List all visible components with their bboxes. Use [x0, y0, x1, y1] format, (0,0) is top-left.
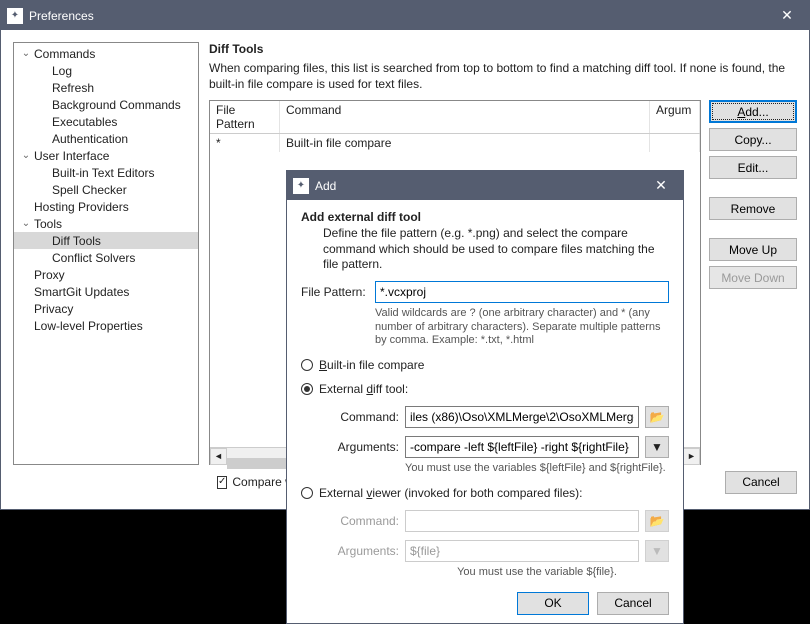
radio-external[interactable]: External diff tool:	[301, 382, 669, 396]
col-filepattern[interactable]: File Pattern	[210, 101, 280, 133]
movedown-button[interactable]: Move Down	[709, 266, 797, 289]
tree-item-hosting[interactable]: Hosting Providers	[14, 198, 198, 215]
edit-button[interactable]: Edit...	[709, 156, 797, 179]
viewer-command-label: Command:	[327, 514, 399, 528]
cell-filepattern: *	[210, 134, 280, 152]
viewer-help: You must use the variable ${file}.	[327, 566, 669, 580]
preferences-tree[interactable]: ⌄Commands Log Refresh Background Command…	[13, 42, 199, 465]
tree-item-spell[interactable]: Spell Checker	[14, 181, 198, 198]
preferences-titlebar[interactable]: ✦ Preferences ✕	[1, 1, 809, 30]
page-description: When comparing files, this list is searc…	[209, 60, 797, 92]
viewer-command-row: Command: 📂	[327, 510, 669, 532]
page-title: Diff Tools	[209, 42, 797, 56]
tree-item-ui[interactable]: ⌄User Interface	[14, 147, 198, 164]
arguments-help: You must use the variables ${leftFile} a…	[327, 462, 669, 476]
viewer-command-input	[405, 510, 639, 532]
filepattern-input[interactable]	[375, 281, 669, 303]
add-button[interactable]: Add...	[709, 100, 797, 123]
close-icon[interactable]: ✕	[639, 171, 683, 200]
tree-item-editors[interactable]: Built-in Text Editors	[14, 164, 198, 181]
app-icon: ✦	[293, 178, 309, 194]
tree-item-exec[interactable]: Executables	[14, 113, 198, 130]
add-dialog-hint: Define the file pattern (e.g. *.png) and…	[301, 226, 669, 273]
tree-item-proxy[interactable]: Proxy	[14, 266, 198, 283]
ok-button[interactable]: OK	[517, 592, 589, 615]
add-dialog-titlebar[interactable]: ✦ Add ✕	[287, 171, 683, 200]
radio-viewer-label: External viewer (invoked for both compar…	[319, 486, 582, 500]
radio-external-label: External diff tool:	[319, 382, 408, 396]
chevron-down-icon[interactable]: ⌄	[20, 150, 32, 161]
add-dialog-footer: OK Cancel	[301, 580, 669, 615]
tree-item-bgcmds[interactable]: Background Commands	[14, 96, 198, 113]
compare-checkbox-label: Compare w	[232, 475, 291, 489]
dropdown-icon: ▼	[645, 540, 669, 562]
tree-item-difftools[interactable]: Diff Tools	[14, 232, 198, 249]
arguments-row: Arguments: ▼	[327, 436, 669, 458]
filepattern-row: File Pattern:	[301, 281, 669, 303]
radio-builtin[interactable]: Built-in file compare	[301, 358, 669, 372]
add-dialog-heading: Add external diff tool	[301, 210, 669, 224]
radio-icon[interactable]	[301, 383, 313, 395]
tree-item-updates[interactable]: SmartGit Updates	[14, 283, 198, 300]
close-icon[interactable]: ✕	[765, 1, 809, 30]
arguments-label: Arguments:	[327, 440, 399, 454]
arguments-input[interactable]	[405, 436, 639, 458]
filepattern-label: File Pattern:	[301, 285, 369, 299]
cell-arguments	[650, 134, 700, 152]
filepattern-help: Valid wildcards are ? (one arbitrary cha…	[301, 307, 669, 348]
tree-item-log[interactable]: Log	[14, 62, 198, 79]
viewer-arguments-input	[405, 540, 639, 562]
tree-item-conflict[interactable]: Conflict Solvers	[14, 249, 198, 266]
cell-command: Built-in file compare	[280, 134, 650, 152]
moveup-button[interactable]: Move Up	[709, 238, 797, 261]
checkbox-icon[interactable]: ✓	[217, 476, 227, 489]
viewer-arguments-row: Arguments: ▼	[327, 540, 669, 562]
browse-folder-icon: 📂	[645, 510, 669, 532]
cancel-button[interactable]: Cancel	[725, 471, 797, 494]
remove-button[interactable]: Remove	[709, 197, 797, 220]
viewer-arguments-label: Arguments:	[327, 544, 399, 558]
radio-builtin-label: Built-in file compare	[319, 358, 424, 372]
command-row: Command: 📂	[327, 406, 669, 428]
list-header: File Pattern Command Argum	[210, 101, 700, 134]
tree-item-tools[interactable]: ⌄Tools	[14, 215, 198, 232]
radio-viewer[interactable]: External viewer (invoked for both compar…	[301, 486, 669, 500]
app-icon: ✦	[7, 8, 23, 24]
compare-checkbox-row[interactable]: ✓ Compare w	[217, 475, 291, 489]
dropdown-icon[interactable]: ▼	[645, 436, 669, 458]
scroll-right-icon[interactable]: ►	[683, 448, 700, 465]
radio-icon[interactable]	[301, 359, 313, 371]
tree-item-auth[interactable]: Authentication	[14, 130, 198, 147]
chevron-down-icon[interactable]: ⌄	[20, 218, 32, 229]
command-label: Command:	[327, 410, 399, 424]
tree-item-privacy[interactable]: Privacy	[14, 300, 198, 317]
copy-button[interactable]: Copy...	[709, 128, 797, 151]
list-buttons: Add... Copy... Edit... Remove Move Up Mo…	[709, 100, 797, 465]
tree-item-commands[interactable]: ⌄Commands	[14, 45, 198, 62]
col-command[interactable]: Command	[280, 101, 650, 133]
add-dialog-title: Add	[315, 179, 639, 193]
list-row[interactable]: * Built-in file compare	[210, 134, 700, 152]
col-arguments[interactable]: Argum	[650, 101, 700, 133]
radio-icon[interactable]	[301, 487, 313, 499]
preferences-title: Preferences	[29, 9, 765, 23]
cancel-button[interactable]: Cancel	[597, 592, 669, 615]
command-input[interactable]	[405, 406, 639, 428]
tree-item-refresh[interactable]: Refresh	[14, 79, 198, 96]
add-dialog: ✦ Add ✕ Add external diff tool Define th…	[286, 170, 684, 624]
tree-item-lowlevel[interactable]: Low-level Properties	[14, 317, 198, 334]
scroll-left-icon[interactable]: ◄	[210, 448, 227, 465]
browse-folder-icon[interactable]: 📂	[645, 406, 669, 428]
chevron-down-icon[interactable]: ⌄	[20, 48, 32, 59]
